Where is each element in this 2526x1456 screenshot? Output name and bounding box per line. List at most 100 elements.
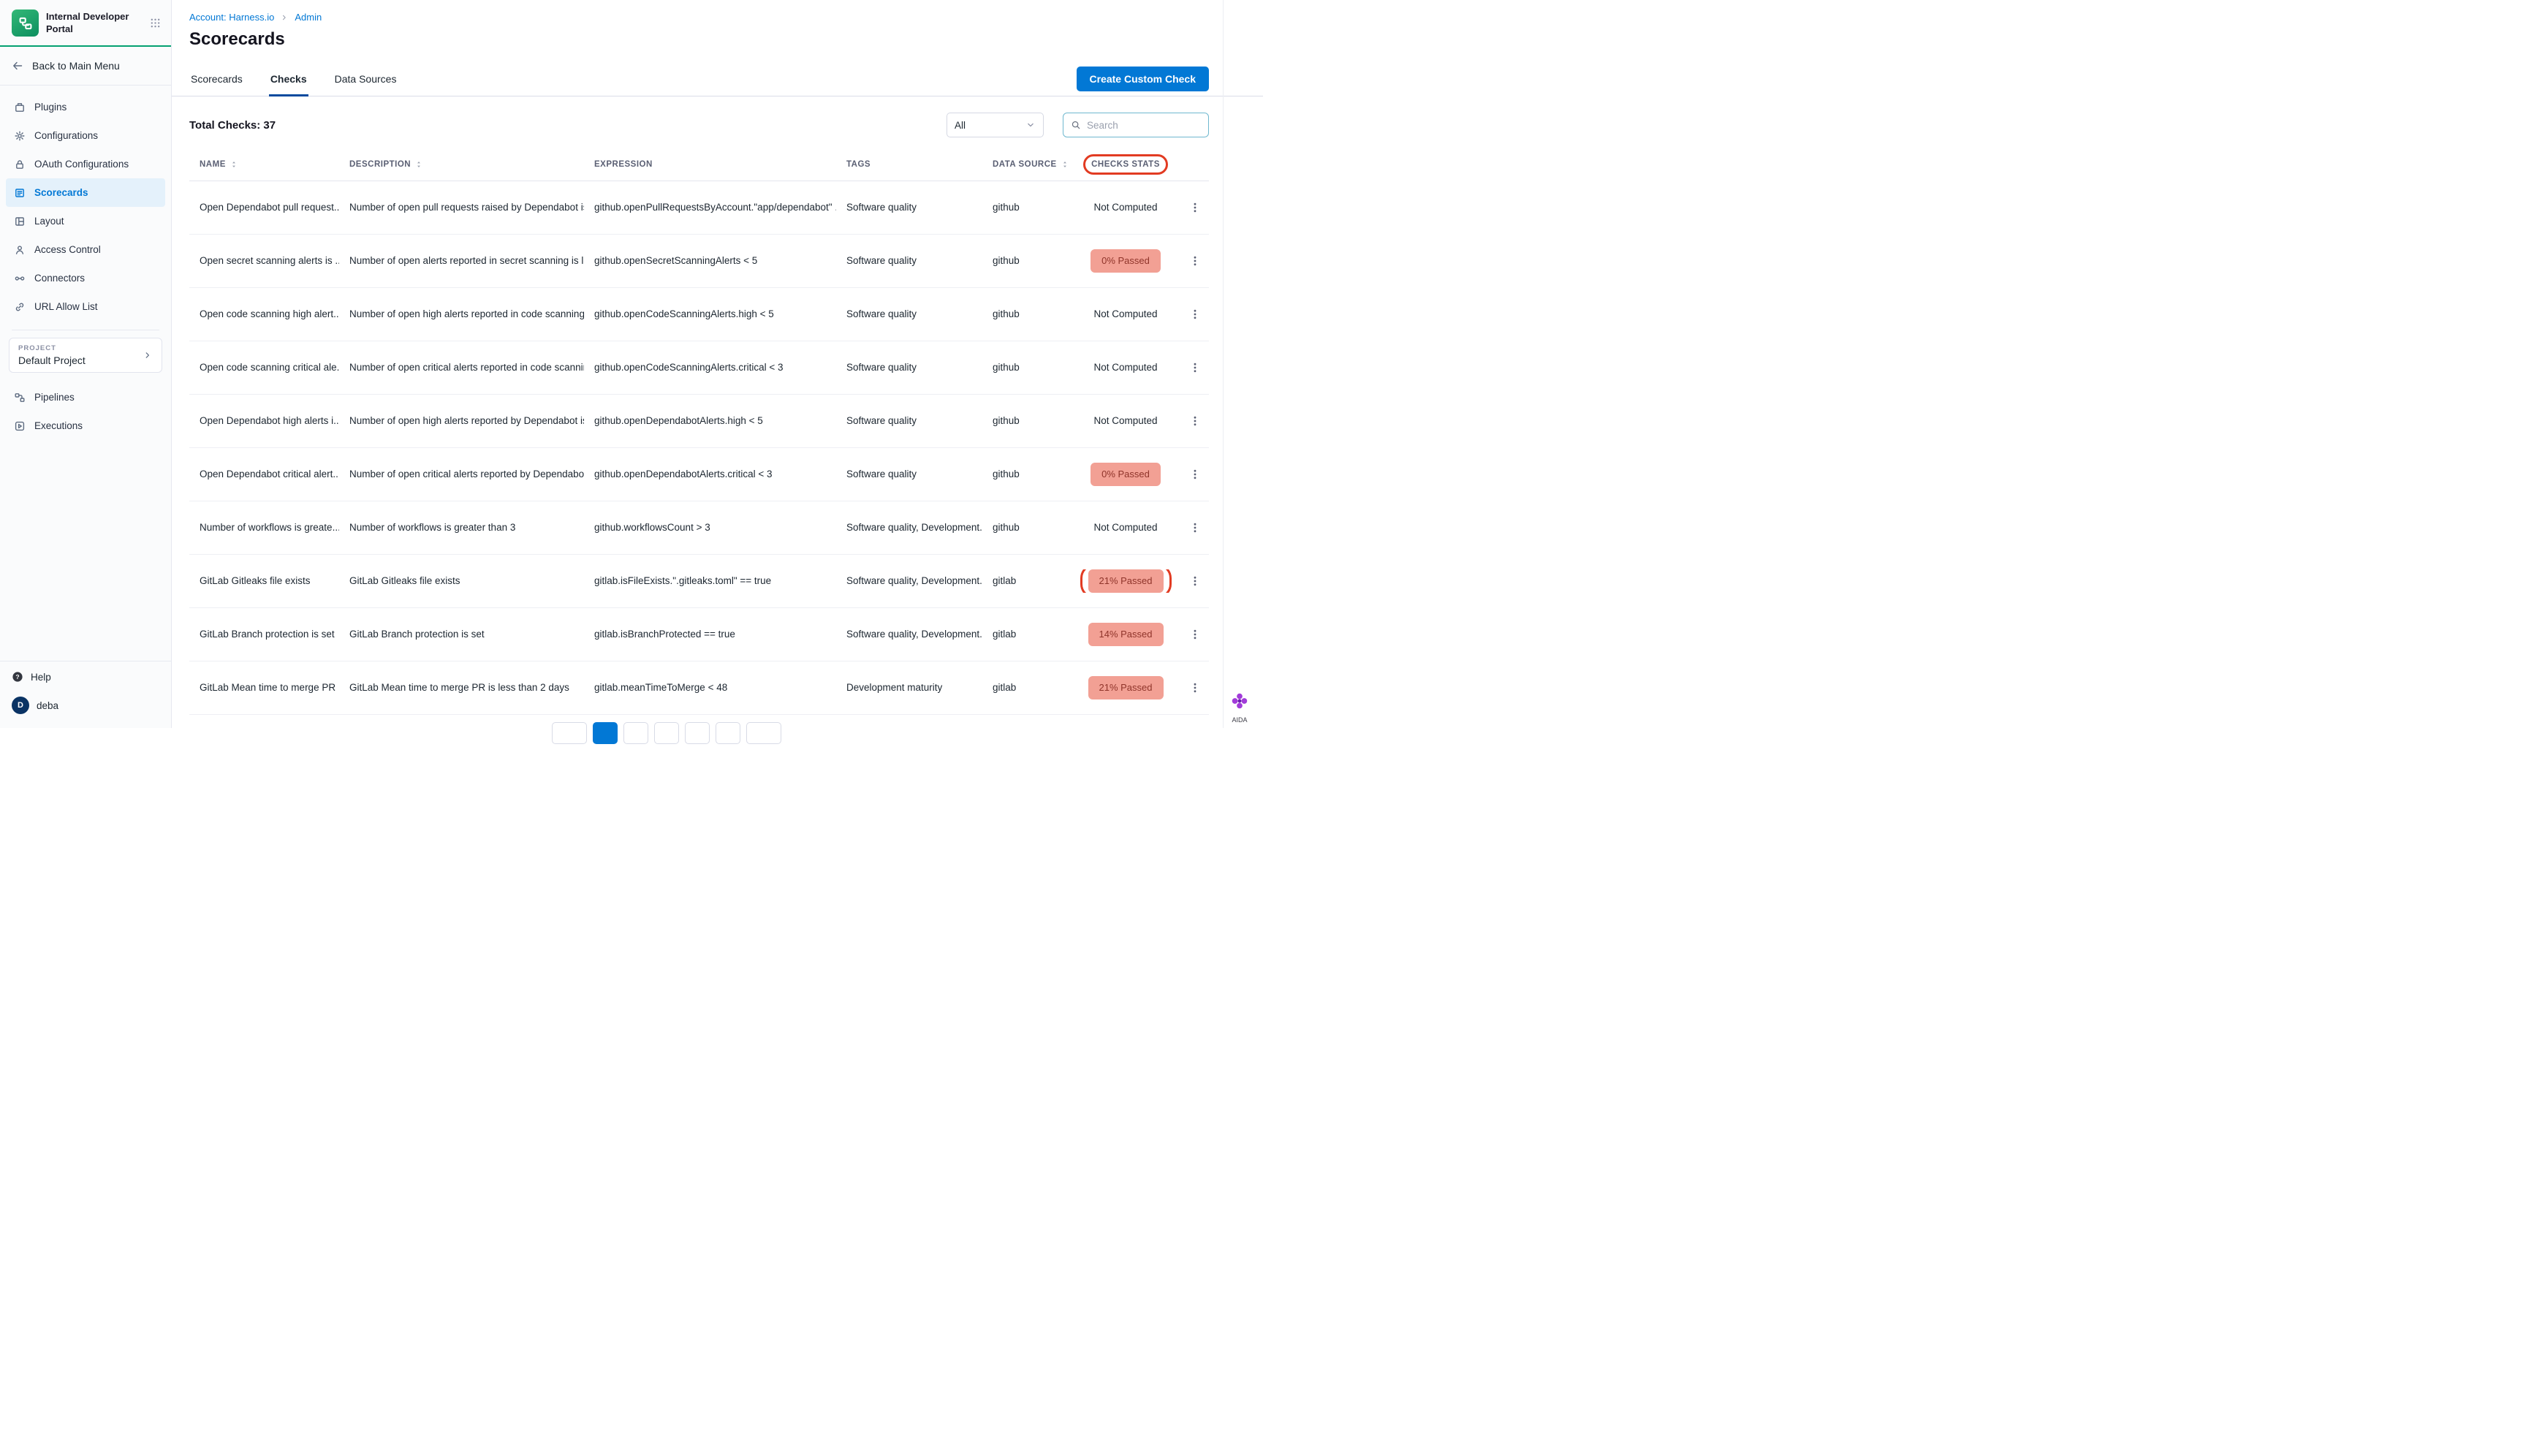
sort-icon[interactable] <box>414 160 423 169</box>
table-row[interactable]: Number of workflows is greate...Number o… <box>189 501 1209 555</box>
check-expression: github.openSecretScanningAlerts < 5 <box>584 254 836 268</box>
sidebar-item-plugins[interactable]: Plugins <box>6 93 165 121</box>
pagination-page-button[interactable] <box>654 722 679 744</box>
check-data-source: github <box>982 254 1070 268</box>
table-row[interactable]: Open Dependabot critical alert...Number … <box>189 448 1209 501</box>
project-selector[interactable]: PROJECT Default Project <box>9 338 162 373</box>
sidebar-item-scorecards[interactable]: Scorecards <box>6 178 165 207</box>
column-label: EXPRESSION <box>594 160 653 169</box>
table-body: Open Dependabot pull request...Number of… <box>189 181 1209 715</box>
layout-icon <box>14 216 26 227</box>
table-row[interactable]: Open Dependabot high alerts i...Number o… <box>189 395 1209 448</box>
aida-icon <box>1229 691 1250 711</box>
pagination-prev-button[interactable] <box>552 722 587 744</box>
check-tags: Software quality <box>836 201 982 214</box>
help-button[interactable]: ? Help <box>0 661 171 690</box>
row-menu-button[interactable] <box>1181 522 1209 534</box>
pagination-page-button[interactable] <box>623 722 648 744</box>
check-description: Number of open pull requests raised by D… <box>339 201 584 214</box>
check-stats: Not Computed <box>1070 201 1181 214</box>
sidebar-item-layout[interactable]: Layout <box>6 207 165 235</box>
checks-table: NAME DESCRIPTION EXPRESSION TAGSDATA SOURCE… <box>172 148 1263 715</box>
check-name: Open secret scanning alerts is ... <box>189 254 339 268</box>
sidebar-item-oauth-configurations[interactable]: OAuth Configurations <box>6 150 165 178</box>
sidebar-item-label: Plugins <box>34 102 67 113</box>
column-header-name[interactable]: NAME <box>189 160 339 169</box>
tab-scorecards[interactable]: Scorecards <box>189 73 244 96</box>
table-row[interactable]: Open Dependabot pull request...Number of… <box>189 181 1209 235</box>
sidebar-item-configurations[interactable]: Configurations <box>6 121 165 150</box>
breadcrumb-admin-link[interactable]: Admin <box>295 12 322 23</box>
row-menu-button[interactable] <box>1181 255 1209 267</box>
sidebar-item-label: Configurations <box>34 130 98 141</box>
row-menu-button[interactable] <box>1181 629 1209 640</box>
tab-data-sources[interactable]: Data Sources <box>333 73 398 96</box>
check-stats: 21% Passed <box>1070 569 1181 593</box>
sidebar-item-url-allow-list[interactable]: URL Allow List <box>6 292 165 321</box>
kebab-icon <box>1189 202 1201 213</box>
pagination-page-button[interactable] <box>685 722 710 744</box>
pagination-page-button-active[interactable] <box>593 722 618 744</box>
check-tags: Software quality <box>836 308 982 321</box>
sidebar-item-connectors[interactable]: Connectors <box>6 264 165 292</box>
column-header-tags: TAGS <box>836 160 982 169</box>
sort-icon[interactable] <box>1061 160 1069 169</box>
search-icon <box>1071 120 1081 130</box>
row-menu-button[interactable] <box>1181 308 1209 320</box>
user-menu[interactable]: D deba <box>0 690 171 721</box>
check-expression: gitlab.meanTimeToMerge < 48 <box>584 681 836 694</box>
check-expression: github.openCodeScanningAlerts.critical <… <box>584 361 836 374</box>
row-menu-button[interactable] <box>1181 415 1209 427</box>
search-box <box>1063 113 1209 137</box>
check-data-source: github <box>982 414 1070 428</box>
table-row[interactable]: Open code scanning high alert...Number o… <box>189 288 1209 341</box>
apps-grid-icon[interactable] <box>150 18 161 29</box>
table-row[interactable]: Open code scanning critical ale...Number… <box>189 341 1209 395</box>
check-name: GitLab Branch protection is set <box>189 628 339 641</box>
table-row[interactable]: GitLab Mean time to merge PR ...GitLab M… <box>189 661 1209 715</box>
logo-icon <box>18 15 34 31</box>
stats-badge: 21% Passed <box>1088 569 1164 593</box>
check-expression: gitlab.isBranchProtected == true <box>584 628 836 641</box>
column-header-description[interactable]: DESCRIPTION <box>339 160 584 169</box>
column-label: DESCRIPTION <box>349 160 411 169</box>
check-name: GitLab Gitleaks file exists <box>189 575 339 588</box>
check-description: GitLab Branch protection is set <box>339 628 584 641</box>
row-menu-button[interactable] <box>1181 202 1209 213</box>
filter-dropdown[interactable]: All <box>947 113 1044 137</box>
sidebar-item-label: URL Allow List <box>34 301 98 312</box>
app-logo <box>12 10 39 37</box>
row-menu-button[interactable] <box>1181 682 1209 694</box>
pagination-page-button[interactable] <box>716 722 740 744</box>
search-input[interactable] <box>1087 120 1201 131</box>
stats-badge: 0% Passed <box>1091 249 1161 273</box>
tab-checks[interactable]: Checks <box>269 73 308 96</box>
check-data-source: github <box>982 521 1070 534</box>
table-row[interactable]: GitLab Branch protection is setGitLab Br… <box>189 608 1209 661</box>
sidebar-item-executions[interactable]: Executions <box>6 412 165 440</box>
check-expression: github.openDependabotAlerts.high < 5 <box>584 414 836 428</box>
stats-text: Not Computed <box>1093 361 1157 374</box>
sort-icon[interactable] <box>230 160 238 169</box>
row-menu-button[interactable] <box>1181 575 1209 587</box>
check-tags: Software quality, Development... <box>836 628 982 641</box>
sidebar-item-pipelines[interactable]: Pipelines <box>6 383 165 412</box>
check-name: Open Dependabot high alerts i... <box>189 414 339 428</box>
check-data-source: gitlab <box>982 628 1070 641</box>
row-menu-button[interactable] <box>1181 362 1209 374</box>
check-description: Number of open alerts reported in secret… <box>339 254 584 268</box>
row-menu-button[interactable] <box>1181 469 1209 480</box>
column-header-data-source[interactable]: DATA SOURCE <box>982 160 1070 169</box>
table-row[interactable]: GitLab Gitleaks file existsGitLab Gitlea… <box>189 555 1209 608</box>
pagination-next-button[interactable] <box>746 722 781 744</box>
sidebar-item-access-control[interactable]: Access Control <box>6 235 165 264</box>
aida-widget[interactable]: AIDA <box>1223 691 1256 724</box>
oauth-icon <box>14 159 26 170</box>
kebab-icon <box>1189 469 1201 480</box>
create-custom-check-button[interactable]: Create Custom Check <box>1077 67 1210 91</box>
table-row[interactable]: Open secret scanning alerts is ...Number… <box>189 235 1209 288</box>
back-to-main-menu[interactable]: Back to Main Menu <box>0 47 171 86</box>
check-data-source: gitlab <box>982 575 1070 588</box>
stats-text: Not Computed <box>1093 521 1157 534</box>
breadcrumb-account-link[interactable]: Account: Harness.io <box>189 12 274 23</box>
